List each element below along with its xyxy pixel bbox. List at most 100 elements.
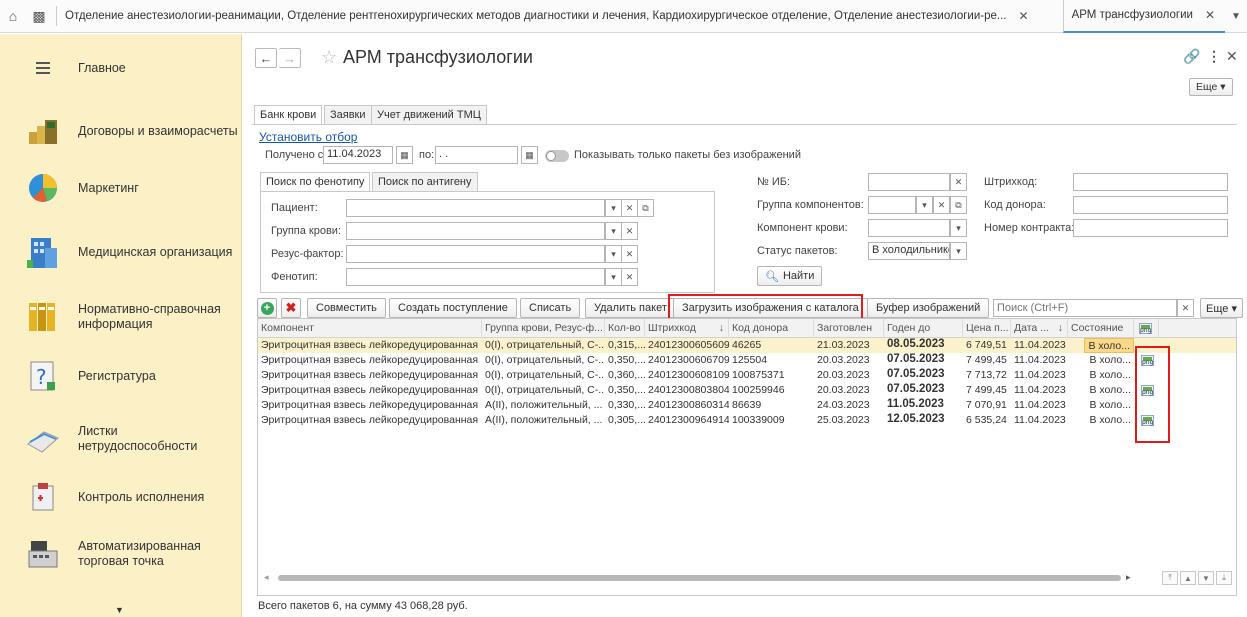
sidebar-item-execution-control[interactable]: Контроль исполнения: [0, 477, 241, 517]
to-input[interactable]: . .: [435, 146, 518, 164]
col-image[interactable]: [1134, 319, 1159, 338]
tab-arm-transfusiology[interactable]: АРМ трансфузиологии ✕: [1062, 0, 1225, 33]
blood-group-input[interactable]: [346, 222, 605, 240]
scroll-up-icon[interactable]: ▲: [1180, 571, 1196, 585]
close-icon[interactable]: ✕: [1226, 48, 1238, 65]
chevron-down-icon[interactable]: ▾: [605, 245, 622, 263]
component-group-input[interactable]: [868, 196, 916, 214]
col-qty[interactable]: Кол-во: [605, 319, 645, 338]
phenotype-input[interactable]: [346, 268, 605, 286]
tab-departments[interactable]: Отделение анестезиологии-реанимации, Отд…: [61, 0, 1063, 33]
sidebar-item-medical-org[interactable]: Медицинская организация: [0, 232, 241, 272]
scroll-down-icon[interactable]: ▼: [1198, 571, 1214, 585]
calendar-icon[interactable]: ▦: [521, 146, 538, 164]
cell-state: В холо...: [1089, 354, 1132, 366]
chevron-down-icon[interactable]: ▾: [950, 242, 967, 260]
clear-icon[interactable]: ✕: [1177, 299, 1194, 317]
open-icon[interactable]: ⧉: [637, 199, 654, 217]
sidebar-item-registry[interactable]: ? Регистратура: [0, 356, 241, 396]
chevron-down-icon[interactable]: ▾: [605, 199, 622, 217]
show-only-toggle[interactable]: [545, 150, 569, 162]
received-from-input[interactable]: 11.04.2023: [323, 146, 393, 164]
sidebar-item-contracts[interactable]: Договоры и взаиморасчеты: [0, 111, 241, 151]
tab-blood-bank[interactable]: Банк крови: [254, 105, 323, 125]
table-search-input[interactable]: [993, 299, 1177, 317]
table-row[interactable]: Эритроцитная взвесь лейкоредуцированная …: [258, 413, 1236, 428]
chevron-down-icon[interactable]: ▾: [605, 268, 622, 286]
blood-component-input[interactable]: [868, 219, 950, 237]
package-status-select[interactable]: В холодильнике: [868, 242, 950, 260]
rhesus-input[interactable]: [346, 245, 605, 263]
write-off-button[interactable]: Списать: [520, 298, 581, 318]
scroll-left-icon[interactable]: ◂: [264, 572, 269, 583]
scroll-top-icon[interactable]: ⤒: [1162, 571, 1178, 585]
more-options-icon[interactable]: ⋮: [1207, 48, 1221, 65]
sidebar-item-sick-leave[interactable]: Листки нетрудоспособности: [0, 419, 241, 459]
star-icon[interactable]: ☆: [321, 47, 337, 68]
sidebar-item-main[interactable]: Главное: [0, 48, 241, 88]
combine-button[interactable]: Совместить: [307, 298, 386, 318]
open-icon[interactable]: ⧉: [950, 196, 967, 214]
sidebar-item-marketing[interactable]: Маркетинг: [0, 168, 241, 208]
col-valid-until[interactable]: Годен до: [884, 319, 963, 338]
barcode-input[interactable]: [1073, 173, 1228, 191]
sidebar-scroll-down-icon[interactable]: ▼: [115, 605, 124, 615]
forward-button[interactable]: →: [279, 48, 301, 68]
table-row[interactable]: Эритроцитная взвесь лейкоредуцированная …: [258, 368, 1236, 383]
donor-code-input[interactable]: [1073, 196, 1228, 214]
scroll-right-icon[interactable]: ▸: [1126, 572, 1131, 583]
apps-icon[interactable]: ▩: [26, 0, 52, 33]
close-icon[interactable]: ✕: [1012, 9, 1034, 23]
chevron-down-icon[interactable]: ▾: [605, 222, 622, 240]
table-row[interactable]: Эритроцитная взвесь лейкоредуцированная …: [258, 353, 1236, 368]
contract-number-input[interactable]: [1073, 219, 1228, 237]
horizontal-scrollbar[interactable]: [278, 575, 1121, 581]
scroll-bottom-icon[interactable]: ⤓: [1216, 571, 1232, 585]
chevron-down-icon[interactable]: ▾: [916, 196, 933, 214]
image-buffer-button[interactable]: Буфер изображений: [867, 298, 990, 318]
find-button[interactable]: 🔍︎ Найти: [757, 266, 823, 286]
sidebar-item-label: Регистратура: [78, 368, 156, 383]
col-component[interactable]: Компонент: [258, 319, 482, 338]
patient-input[interactable]: [346, 199, 605, 217]
clear-icon[interactable]: ✕: [621, 199, 638, 217]
clear-icon[interactable]: ✕: [950, 173, 967, 191]
table-row[interactable]: Эритроцитная взвесь лейкоредуцированная …: [258, 338, 1236, 353]
sidebar-item-reference[interactable]: Нормативно-справочная информация: [0, 297, 241, 337]
home-icon[interactable]: ⌂: [0, 0, 26, 33]
tab-phenotype-search[interactable]: Поиск по фенотипу: [260, 172, 371, 192]
clear-icon[interactable]: ✕: [621, 245, 638, 263]
tab-inventory-movements[interactable]: Учет движений ТМЦ: [371, 105, 487, 125]
col-donor-code[interactable]: Код донора: [729, 319, 814, 338]
set-filter-link[interactable]: Установить отбор: [259, 130, 357, 144]
col-price[interactable]: Цена п...: [963, 319, 1011, 338]
tab-strip: ⌂ ▩ Отделение анестезиологии-реанимации,…: [0, 0, 1247, 33]
header-more-button[interactable]: Еще ▾: [1189, 78, 1233, 96]
ib-input[interactable]: [868, 173, 950, 191]
table-row[interactable]: Эритроцитная взвесь лейкоредуцированная …: [258, 398, 1236, 413]
col-date[interactable]: Дата ... ↓: [1011, 319, 1068, 338]
col-prepared[interactable]: Заготовлен: [814, 319, 884, 338]
table-more-button[interactable]: Еще ▾: [1200, 298, 1243, 318]
col-blood-group[interactable]: Группа крови, Резус-ф...: [482, 319, 605, 338]
tab-antigen-search[interactable]: Поиск по антигену: [372, 172, 478, 192]
clear-icon[interactable]: ✕: [933, 196, 950, 214]
clear-icon[interactable]: ✕: [621, 222, 638, 240]
clear-icon[interactable]: ✕: [621, 268, 638, 286]
back-button[interactable]: ←: [255, 48, 277, 68]
tab-requests[interactable]: Заявки: [324, 105, 372, 125]
delete-package-button[interactable]: Удалить пакет: [585, 298, 676, 318]
close-icon[interactable]: ✕: [1199, 8, 1221, 22]
link-icon[interactable]: 🔗: [1183, 48, 1200, 65]
col-state[interactable]: Состояние: [1068, 319, 1134, 338]
add-button[interactable]: +: [257, 298, 277, 318]
tabs-dropdown-icon[interactable]: ▼: [1225, 11, 1247, 22]
chevron-down-icon[interactable]: ▾: [950, 219, 967, 237]
show-only-label: Показывать только пакеты без изображений: [574, 149, 801, 161]
calendar-icon[interactable]: ▦: [396, 146, 413, 164]
col-barcode[interactable]: Штрихкод ↓: [645, 319, 729, 338]
delete-button[interactable]: ✖: [281, 298, 301, 318]
table-row[interactable]: Эритроцитная взвесь лейкоредуцированная …: [258, 383, 1236, 398]
sidebar-item-pos[interactable]: Автоматизированная торговая точка: [0, 534, 241, 574]
create-receipt-button[interactable]: Создать поступление: [389, 298, 517, 318]
